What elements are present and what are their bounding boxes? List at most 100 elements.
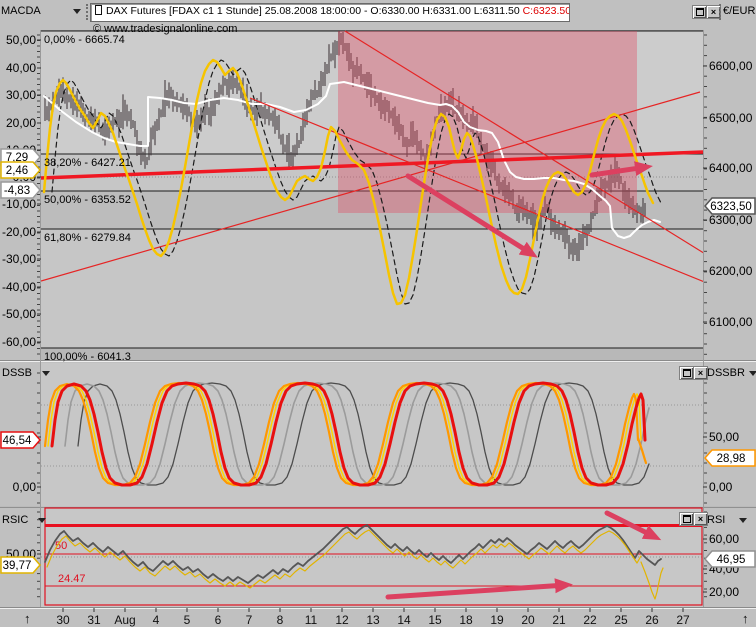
value-callout-dssbr: 28,98 — [704, 449, 756, 467]
x-axis-label: 22 — [583, 613, 597, 627]
axis-label: 6200,00 — [709, 264, 753, 278]
svg-text:-4,83: -4,83 — [4, 185, 30, 197]
x-axis-label: 4 — [153, 613, 160, 627]
restore-button[interactable] — [692, 5, 707, 19]
value-callout-macd: 2,46 — [0, 161, 41, 179]
svg-text:46,95: 46,95 — [717, 554, 746, 566]
copyright: © www.tradesignalonline.com — [93, 23, 238, 35]
x-axis-label: 26 — [645, 613, 659, 627]
indicator-dropdown-label: DSSBR — [707, 367, 745, 379]
value-callout-dssb: 46,54 — [0, 431, 41, 449]
chevron-down-icon — [739, 518, 747, 527]
axis-label: 0,00 — [709, 480, 733, 494]
axis-label: -30,00 — [2, 252, 36, 266]
scale-dropdown-eur[interactable]: €/EUR — [723, 4, 755, 18]
value-callout-macd: -4,83 — [0, 181, 41, 199]
rsi-level-label: 24.47 — [58, 573, 86, 585]
axis-label: -40,00 — [2, 280, 36, 294]
chart-title-box: DAX Futures [FDAX c1 1 Stunde] 25.08.200… — [90, 3, 570, 22]
axis-label: 50,00 — [709, 430, 739, 444]
svg-text:39,77: 39,77 — [3, 560, 32, 572]
axis-label: 30,00 — [6, 88, 36, 102]
chevron-down-icon — [42, 371, 50, 380]
x-axis-label: 8 — [277, 613, 284, 627]
chart-title: DAX Futures [FDAX c1 1 Stunde] 25.08.200… — [106, 5, 523, 17]
x-axis-label: 7 — [246, 613, 253, 627]
scale-dropdown-label: €/EUR — [723, 5, 756, 17]
restore-icon — [682, 515, 691, 523]
indicator-dropdown-label: RSI — [707, 514, 726, 526]
axis-label: 6400,00 — [709, 161, 753, 175]
x-axis-label: 31 — [87, 613, 101, 627]
x-axis-label: 11 — [305, 613, 318, 627]
axis-label: 6100,00 — [709, 315, 753, 329]
price-axis-labels: 6600,00 6500,00 6400,00 6300,00 6200,00 6100,… — [703, 59, 753, 329]
instrument-icon — [95, 5, 102, 15]
plot-band — [41, 229, 703, 348]
rsi-panel-header: RSIC × RSI — [0, 510, 756, 530]
x-axis-label: 5 — [184, 613, 191, 627]
x-axis-label: 15 — [428, 613, 442, 627]
x-axis-label: 25 — [614, 613, 628, 627]
plot-band — [41, 348, 703, 360]
restore-button[interactable] — [679, 366, 694, 380]
indicator-dropdown-label: DSSB — [2, 367, 32, 379]
x-axis-label: 18 — [459, 613, 473, 627]
axis-label: 40,00 — [6, 61, 36, 75]
chevron-down-icon — [748, 371, 756, 380]
x-axis-label: 13 — [366, 613, 380, 627]
close-button[interactable]: × — [693, 366, 708, 380]
x-axis-label: 30 — [56, 613, 70, 627]
restore-icon — [695, 8, 704, 16]
restore-button[interactable] — [679, 512, 694, 526]
x-axis-label: Aug — [114, 613, 135, 627]
scroll-arrow-left[interactable]: ↑ — [24, 611, 31, 626]
fib-label: 0,00% - 6665.74 — [44, 34, 125, 46]
close-icon: × — [710, 6, 717, 17]
axis-label: 6300,00 — [709, 213, 753, 227]
scroll-arrow-right[interactable]: ↑ — [742, 611, 749, 626]
axis-label: -50,00 — [2, 307, 36, 321]
axis-label: 6500,00 — [709, 111, 753, 125]
axis-label: 0,00 — [13, 480, 37, 494]
value-callout-price: 6323,50 — [704, 197, 756, 215]
axis-label: -10,00 — [2, 197, 36, 211]
indicator-dropdown-dssbr[interactable]: DSSBR — [707, 366, 756, 380]
dssb-right-ticks — [704, 372, 707, 504]
indicator-dropdown-dssb[interactable]: DSSB — [2, 366, 50, 380]
indicator-dropdown-label: MACDA — [1, 5, 41, 17]
left-axis-minor-ticks — [37, 34, 40, 355]
chart-close-value: C:6323.50 — [522, 5, 570, 17]
trading-app-window: { "panel1": { "left_indicator": "MACDA",… — [0, 0, 756, 627]
restore-icon — [682, 369, 691, 377]
fib-label: 100,00% - 6041.3 — [44, 351, 131, 363]
indicator-dropdown-rsic[interactable]: RSIC — [2, 513, 46, 527]
svg-text:2,46: 2,46 — [6, 165, 28, 177]
fib-label: 38,20% - 6427.21 — [44, 157, 131, 169]
svg-text:46,54: 46,54 — [3, 435, 32, 447]
x-axis-label: 14 — [397, 613, 411, 627]
axis-label: -60,00 — [2, 335, 36, 349]
x-axis-label: 20 — [521, 613, 535, 627]
fib-label: 50,00% - 6353.52 — [44, 194, 131, 206]
x-axis-label: 27 — [676, 613, 690, 627]
axis-label: 20,00 — [709, 585, 739, 599]
indicator-dropdown-macda[interactable]: MACDA — [1, 4, 81, 18]
chart-canvas: 0,00% - 6665.74 38,20% - 6427.21 50,00% - … — [0, 30, 756, 627]
svg-text:28,98: 28,98 — [717, 453, 746, 465]
close-button[interactable]: × — [693, 512, 708, 526]
value-callout-rsi: 46,95 — [704, 550, 756, 568]
chevron-down-icon — [38, 518, 46, 527]
main-panel-header: MACDA DAX Futures [FDAX c1 1 Stunde] 25.… — [0, 0, 756, 24]
svg-text:6323,50: 6323,50 — [710, 201, 752, 213]
axis-label: 60,00 — [709, 532, 739, 546]
x-axis-label: 6 — [215, 613, 222, 627]
axis-label: 20,00 — [6, 116, 36, 130]
chevron-down-icon — [73, 9, 81, 18]
indicator-dropdown-rsi[interactable]: RSI — [707, 513, 747, 527]
close-icon: × — [697, 367, 704, 378]
right-axis-minor-ticks — [704, 34, 707, 355]
dssb-panel-header: DSSB × DSSBR — [0, 363, 756, 383]
x-axis-label: 21 — [552, 613, 566, 627]
value-callout-rsic: 39,77 — [0, 556, 41, 574]
